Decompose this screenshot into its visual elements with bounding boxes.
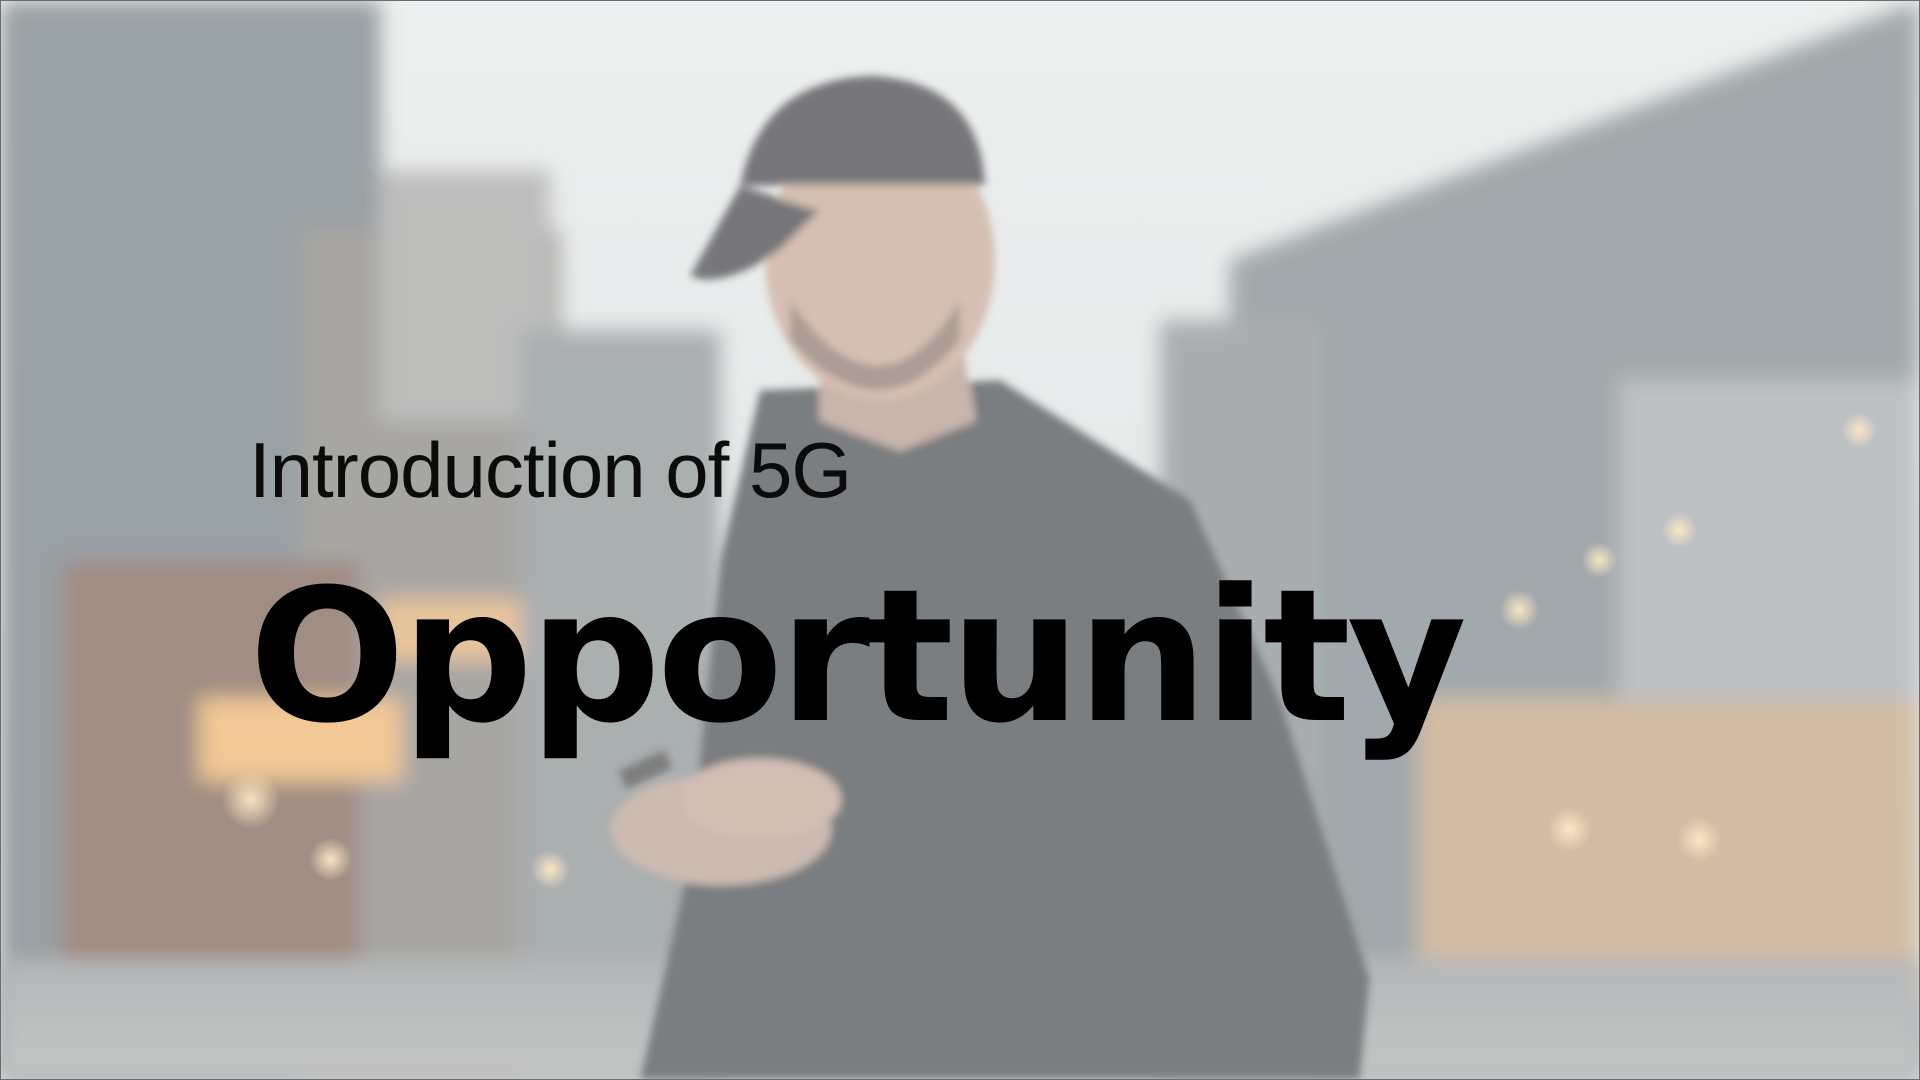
slide-subtitle: Introduction of 5G <box>249 431 1463 509</box>
subtitle-highlight: 5G <box>749 426 852 514</box>
presentation-slide: Introduction of 5G Opportunity <box>0 0 1920 1080</box>
slide-headline: Opportunity <box>249 550 1467 764</box>
title-block: Introduction of 5G Opportunity <box>249 431 1467 764</box>
subtitle-prefix: Introduction of <box>249 426 749 514</box>
